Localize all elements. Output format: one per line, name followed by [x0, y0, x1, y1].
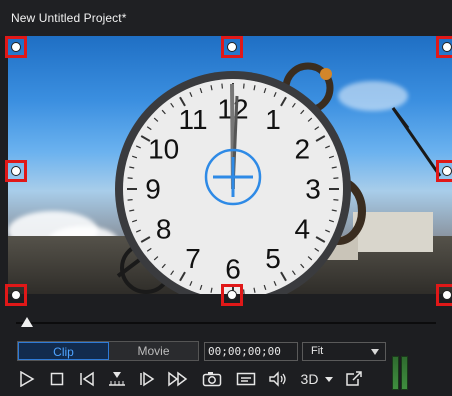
fast-forward-button[interactable] — [166, 368, 190, 390]
meter-bar-right — [401, 356, 408, 390]
audio-level-meter — [392, 356, 408, 390]
preview-window[interactable]: 121234567891011 — [8, 36, 452, 294]
split-button[interactable] — [106, 368, 128, 390]
movie-mode-button[interactable]: Movie — [109, 342, 198, 360]
stop-icon — [50, 372, 64, 386]
resize-handle-right[interactable] — [436, 160, 452, 182]
fast-forward-icon — [168, 371, 188, 387]
clock-number: 2 — [295, 134, 311, 165]
subtitles-button[interactable] — [234, 368, 258, 390]
subtitles-icon — [236, 372, 256, 386]
resize-handle-top-right[interactable] — [436, 36, 452, 58]
playback-controls: 3D — [16, 368, 376, 390]
clock-tick — [127, 199, 133, 201]
clock-number: 1 — [265, 104, 281, 135]
snapshot-button[interactable] — [200, 368, 224, 390]
volume-icon — [269, 371, 286, 387]
handle-dot — [442, 166, 452, 176]
clock-tick — [333, 199, 339, 201]
resize-handle-top[interactable] — [221, 36, 243, 58]
handle-dot — [442, 42, 452, 52]
clock-number: 11 — [178, 104, 207, 135]
previous-frame-button[interactable] — [76, 368, 98, 390]
handle-dot — [227, 42, 237, 52]
clock-tick — [243, 83, 245, 89]
clip-movie-toggle[interactable]: Clip Movie — [17, 341, 199, 361]
clock-number: 3 — [305, 174, 321, 205]
play-button[interactable] — [16, 368, 38, 390]
play-icon — [20, 371, 35, 387]
window-title: New Untitled Project* — [11, 11, 127, 25]
zoom-value: Fit — [311, 345, 324, 357]
resize-handle-bottom[interactable] — [221, 284, 243, 306]
clock-tick — [243, 289, 245, 294]
handle-dot — [11, 166, 21, 176]
clock-number: 5 — [265, 243, 281, 274]
chevron-down-icon — [371, 349, 379, 355]
handle-dot — [442, 290, 452, 300]
clock-number: 6 — [225, 254, 241, 285]
resize-handle-bottom-right[interactable] — [436, 284, 452, 306]
external-display-icon — [346, 371, 362, 386]
next-frame-button[interactable] — [136, 368, 158, 390]
external-display-button[interactable] — [342, 368, 366, 390]
handle-dot — [11, 42, 21, 52]
meter-bar-left — [392, 356, 399, 390]
split-icon — [109, 372, 125, 386]
clock-number: 10 — [148, 134, 179, 165]
timecode-field[interactable]: 00;00;00;00 — [204, 342, 298, 361]
3d-label: 3D — [300, 371, 319, 387]
3d-dropdown-button[interactable]: 3D — [298, 368, 338, 390]
clock-number: 7 — [185, 243, 201, 274]
resize-handle-top-left[interactable] — [5, 36, 27, 58]
clock-tick — [333, 177, 339, 179]
stop-button[interactable] — [46, 368, 68, 390]
clock-number: 4 — [295, 214, 311, 245]
scrub-track[interactable] — [16, 322, 436, 324]
handle-dot — [227, 290, 237, 300]
clock-tick — [127, 177, 133, 179]
resize-handle-bottom-left[interactable] — [5, 284, 27, 306]
clock-overlay[interactable]: 121234567891011 — [8, 36, 452, 294]
clock-tick — [221, 83, 223, 89]
next-frame-icon — [140, 371, 155, 387]
clip-mode-button[interactable]: Clip — [18, 342, 109, 360]
clock-number: 9 — [145, 174, 161, 205]
clock-number: 8 — [156, 214, 172, 245]
previous-frame-icon — [80, 371, 94, 387]
scrub-thumb[interactable] — [21, 317, 33, 327]
3d-dropdown-icon — [325, 377, 334, 382]
snapshot-icon — [202, 372, 222, 387]
title-bar: New Untitled Project* — [0, 0, 452, 36]
resize-handle-left[interactable] — [5, 160, 27, 182]
scrub-bar[interactable] — [8, 306, 444, 330]
handle-dot — [11, 290, 21, 300]
zoom-dropdown[interactable]: Fit — [302, 342, 386, 361]
volume-button[interactable] — [266, 368, 290, 390]
